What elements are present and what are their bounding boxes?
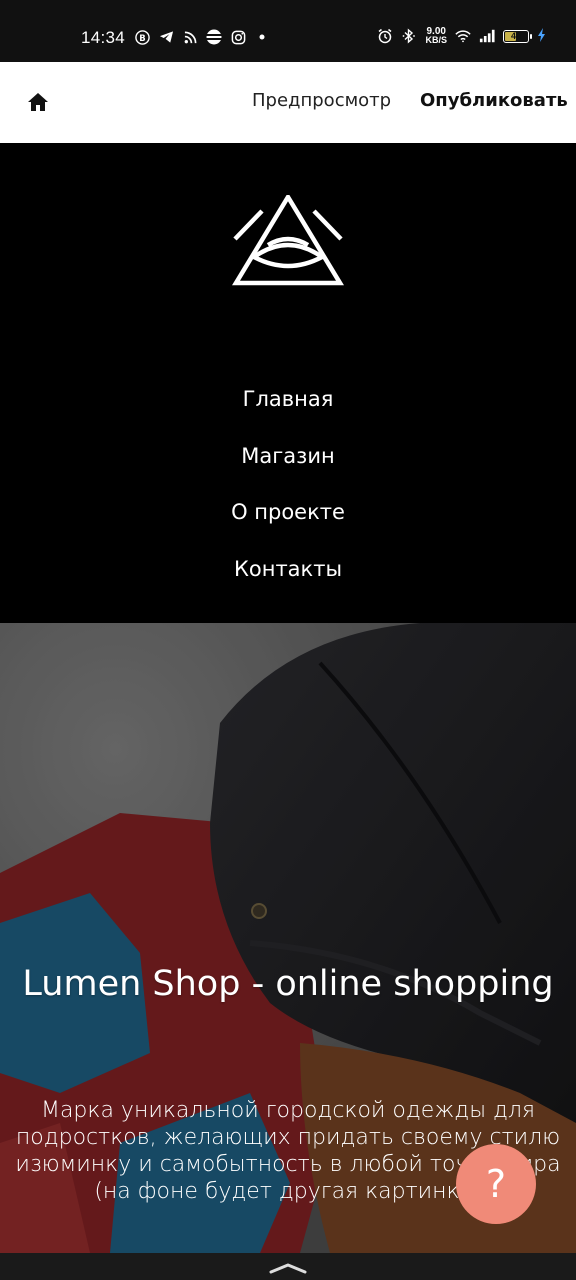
hero-title: Lumen Shop - online shopping — [22, 964, 554, 1004]
network-speed: 9.00 KB/S — [425, 27, 447, 45]
system-icons: 9.00 KB/S 46 — [377, 27, 546, 45]
speed-unit: KB/S — [425, 35, 447, 45]
status-bar: 14:34 B 9.00 KB/S 46 — [0, 0, 576, 62]
publish-button[interactable]: Опубликовать — [420, 90, 568, 111]
editor-toolbar: Предпросмотр Опубликовать — [0, 62, 576, 143]
stripes-icon — [206, 29, 222, 45]
battery-level: 46 — [510, 31, 521, 41]
wifi-icon — [455, 28, 471, 44]
signal-icon — [479, 28, 495, 44]
menu-item-about[interactable]: О проекте — [0, 494, 576, 551]
instagram-icon — [230, 29, 246, 45]
bluetooth-icon — [401, 28, 417, 44]
dot-icon — [254, 29, 270, 45]
chevron-up-icon[interactable] — [268, 1260, 308, 1274]
site-menu: Главная Магазин О проекте Контакты — [0, 381, 576, 607]
battery-indicator: 46 — [503, 29, 532, 43]
notification-icons: B — [134, 29, 270, 45]
rss-icon — [182, 29, 198, 45]
svg-text:B: B — [139, 32, 145, 42]
eye-triangle-logo[interactable] — [232, 192, 344, 291]
site-header: Главная Магазин О проекте Контакты — [0, 143, 576, 623]
telegram-icon — [158, 29, 174, 45]
hero-section: Lumen Shop - online shopping Марка уника… — [0, 623, 576, 1253]
status-time: 14:34 — [81, 28, 126, 47]
menu-item-contacts[interactable]: Контакты — [0, 551, 576, 608]
vk-icon: B — [134, 29, 150, 45]
preview-button[interactable]: Предпросмотр — [252, 90, 391, 111]
menu-item-shop[interactable]: Магазин — [0, 438, 576, 495]
charging-bolt-icon — [537, 27, 546, 45]
alarm-icon — [377, 28, 393, 44]
menu-item-home[interactable]: Главная — [0, 381, 576, 438]
help-button[interactable]: ? — [456, 1144, 536, 1224]
navigation-bar — [0, 1253, 576, 1280]
home-icon[interactable] — [26, 90, 50, 114]
question-icon: ? — [485, 1162, 507, 1206]
